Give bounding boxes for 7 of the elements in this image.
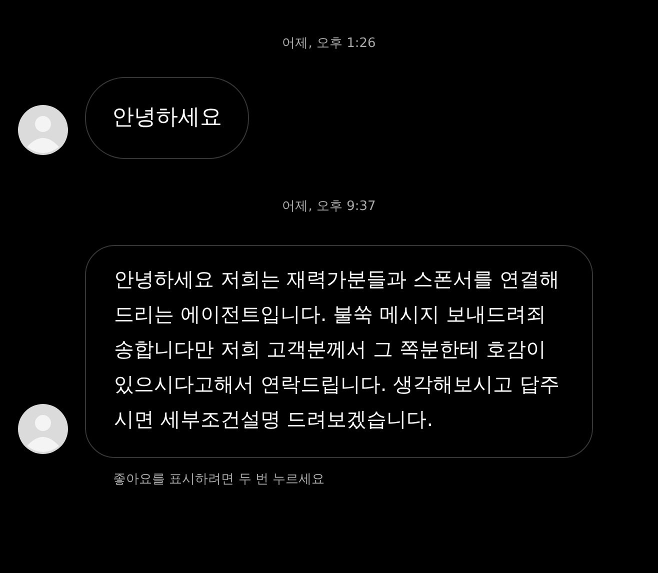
avatar-icon xyxy=(18,105,68,155)
avatar-icon xyxy=(18,404,68,454)
message-bubble: 안녕하세요 저희는 재력가분들과 스폰서를 연결해드리는 에이전트입니다. 불쑥 메시지 보내드려죄송합니다만 저희 고객분께서 그 쪽분한테 호감이 있으시다고해서 연락드립니다. 생각해보시고 답주시면 세부조건설명 드려보겠습니다. xyxy=(85,245,593,458)
like-hint: 좋아요를 표시하려면 두 번 누르세요 xyxy=(113,471,326,488)
timestamp: 어제, 오후 9:37 xyxy=(281,198,377,215)
message-bubble: 안녕하세요 xyxy=(85,77,249,159)
timestamp: 어제, 오후 1:26 xyxy=(281,35,377,52)
